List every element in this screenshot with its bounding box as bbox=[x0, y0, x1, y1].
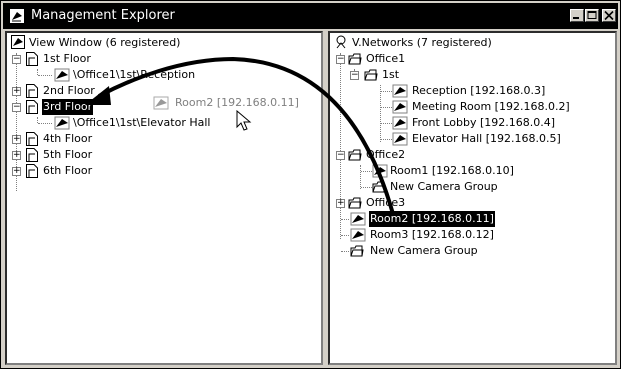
management-explorer-window: Management Explorer View Window (6 regis… bbox=[0, 0, 621, 369]
drag-arrow bbox=[85, 56, 395, 215]
